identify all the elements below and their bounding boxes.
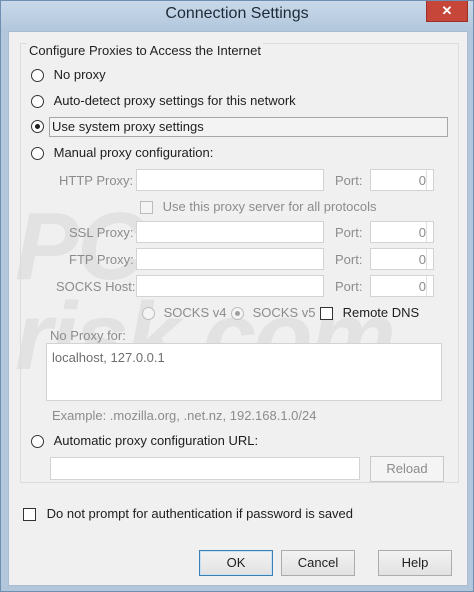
remote-dns-checkbox[interactable] xyxy=(320,307,333,321)
ssl-port-stepper[interactable]: 0 xyxy=(370,221,434,243)
ssl-proxy-label: SSL Proxy: xyxy=(69,225,134,240)
reload-button[interactable]: Reload xyxy=(370,456,444,482)
socks-port-value: 0 xyxy=(418,279,426,294)
http-port-spin[interactable] xyxy=(426,170,433,190)
ftp-port-value: 0 xyxy=(418,252,426,267)
option-use-system[interactable] xyxy=(31,117,44,134)
ssl-proxy-input[interactable] xyxy=(136,221,324,243)
ftp-port-spin[interactable] xyxy=(426,249,433,269)
no-proxy-for-textarea[interactable]: localhost, 127.0.0.1 xyxy=(46,343,442,401)
ssl-port-spin[interactable] xyxy=(426,222,433,242)
socks-v5-label: SOCKS v5 xyxy=(252,305,316,320)
ftp-port-stepper[interactable]: 0 xyxy=(370,248,434,270)
ssl-port-value: 0 xyxy=(418,225,426,240)
no-proxy-label: No proxy xyxy=(53,67,106,82)
use-all-checkbox[interactable] xyxy=(140,201,153,215)
socks-port-label: Port: xyxy=(335,279,363,294)
auth-checkbox[interactable] xyxy=(23,508,36,522)
option-no-proxy[interactable]: No proxy xyxy=(31,67,106,83)
cancel-button[interactable]: Cancel xyxy=(281,550,355,576)
socks-v4-label: SOCKS v4 xyxy=(163,305,227,320)
auto-detect-radio[interactable] xyxy=(31,95,44,109)
socks-port-stepper[interactable]: 0 xyxy=(370,275,434,297)
ftp-port-label: Port: xyxy=(335,252,363,267)
help-button[interactable]: Help xyxy=(378,550,452,576)
socks-v5-radio[interactable] xyxy=(231,307,244,321)
http-port-label: Port: xyxy=(335,173,363,188)
use-system-label: Use system proxy settings xyxy=(52,119,204,134)
no-proxy-example: Example: .mozilla.org, .net.nz, 192.168.… xyxy=(52,408,317,423)
socks-v5-option[interactable]: SOCKS v5 xyxy=(231,305,316,321)
socks-v4-option[interactable]: SOCKS v4 xyxy=(142,305,227,321)
http-port-stepper[interactable]: 0 xyxy=(370,169,434,191)
use-system-radio[interactable] xyxy=(31,120,44,134)
remote-dns-label: Remote DNS xyxy=(342,305,420,320)
no-proxy-radio[interactable] xyxy=(31,69,44,83)
auto-url-label: Automatic proxy configuration URL: xyxy=(53,433,259,448)
auto-detect-label: Auto-detect proxy settings for this netw… xyxy=(53,93,296,108)
remote-dns-option[interactable]: Remote DNS xyxy=(320,305,420,321)
manual-radio[interactable] xyxy=(31,147,44,161)
option-auto-detect[interactable]: Auto-detect proxy settings for this netw… xyxy=(31,93,296,109)
socks-v4-radio[interactable] xyxy=(142,307,155,321)
use-all-protocols-option[interactable]: Use this proxy server for all protocols xyxy=(140,199,377,215)
use-system-focus-box[interactable]: Use system proxy settings xyxy=(49,117,448,137)
option-manual[interactable]: Manual proxy configuration: xyxy=(31,145,214,161)
socks-host-input[interactable] xyxy=(136,275,324,297)
dialog-title: Connection Settings xyxy=(165,5,309,22)
http-proxy-label: HTTP Proxy: xyxy=(59,173,134,188)
auth-option[interactable]: Do not prompt for authentication if pass… xyxy=(23,506,354,522)
connection-settings-dialog: Connection Settings ✕ PC risk.com Config… xyxy=(0,0,474,592)
close-button[interactable]: ✕ xyxy=(426,1,468,22)
manual-label: Manual proxy configuration: xyxy=(53,145,214,160)
dialog-body: PC risk.com Configure Proxies to Access … xyxy=(8,31,468,586)
ok-button[interactable]: OK xyxy=(199,550,273,576)
no-proxy-for-value: localhost, 127.0.0.1 xyxy=(52,350,165,365)
auto-url-radio[interactable] xyxy=(31,435,44,449)
ftp-proxy-label: FTP Proxy: xyxy=(69,252,134,267)
socks-host-label: SOCKS Host: xyxy=(56,279,136,294)
title-bar[interactable]: Connection Settings ✕ xyxy=(1,1,473,31)
auth-label: Do not prompt for authentication if pass… xyxy=(46,506,354,521)
ftp-proxy-input[interactable] xyxy=(136,248,324,270)
use-all-label: Use this proxy server for all protocols xyxy=(162,199,377,214)
no-proxy-for-label: No Proxy for: xyxy=(50,328,126,343)
group-label: Configure Proxies to Access the Internet xyxy=(27,43,263,58)
ssl-port-label: Port: xyxy=(335,225,363,240)
socks-port-spin[interactable] xyxy=(426,276,433,296)
auto-url-input[interactable] xyxy=(50,457,360,480)
http-proxy-input[interactable] xyxy=(136,169,324,191)
http-port-value: 0 xyxy=(418,173,426,188)
option-auto-config-url[interactable]: Automatic proxy configuration URL: xyxy=(31,433,259,449)
